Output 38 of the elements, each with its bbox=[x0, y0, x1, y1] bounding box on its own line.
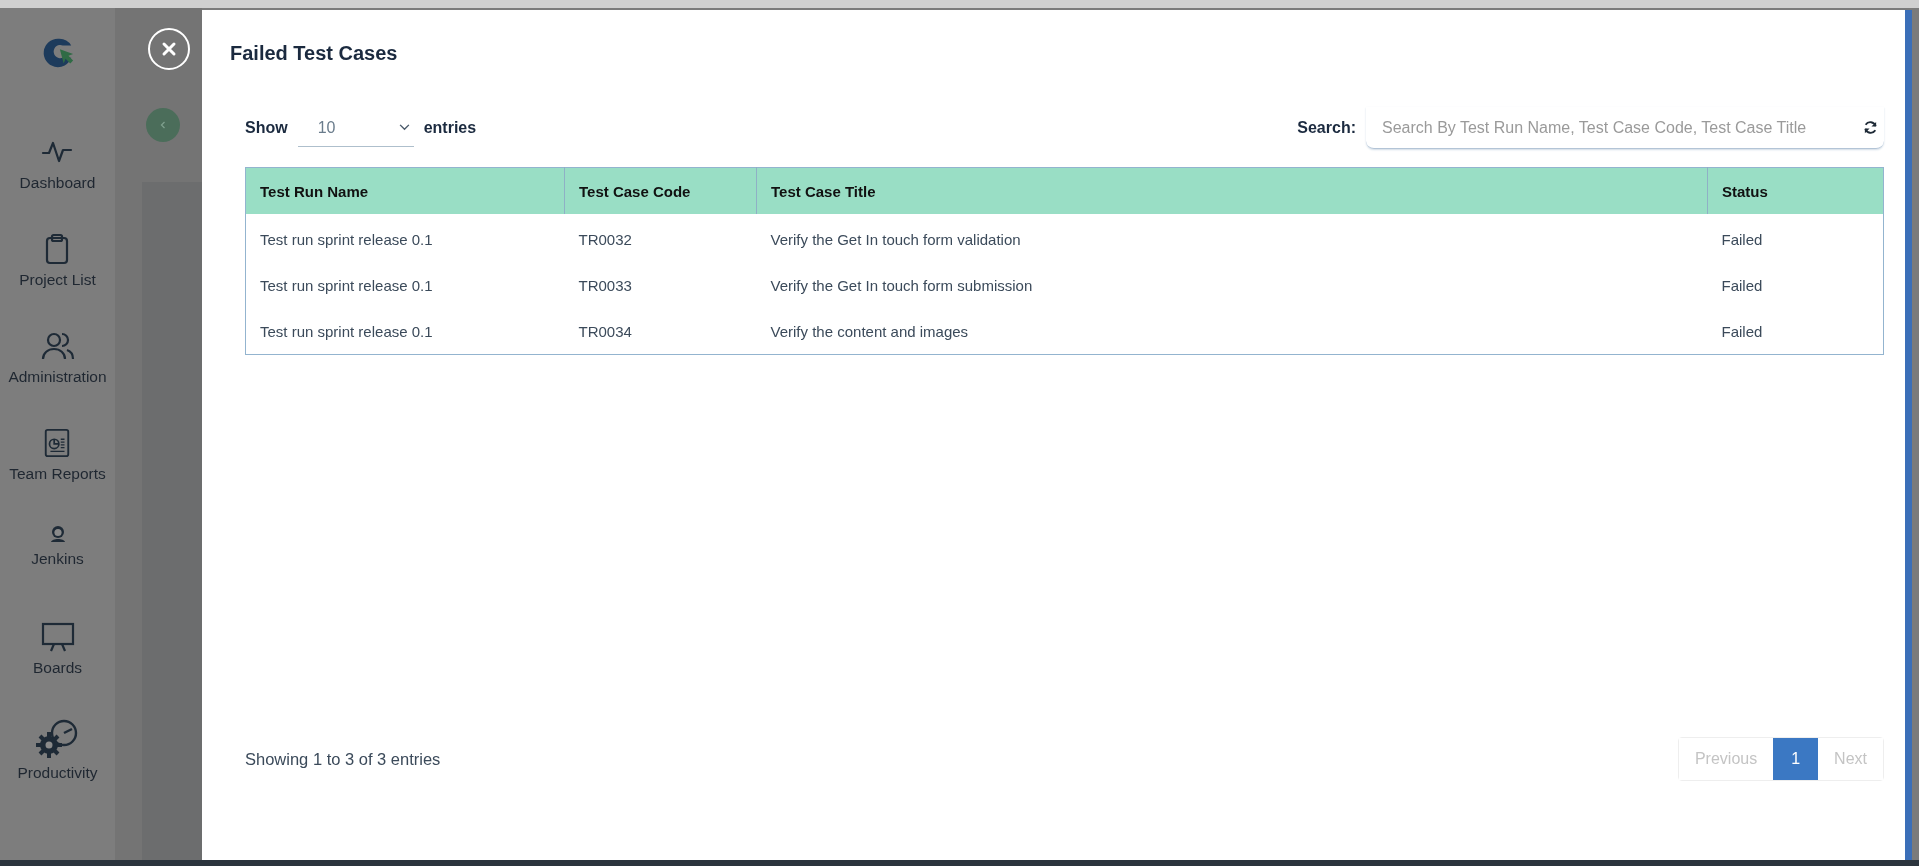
close-button[interactable] bbox=[148, 28, 190, 70]
modal-title: Failed Test Cases bbox=[230, 42, 399, 65]
column-header[interactable]: Status bbox=[1707, 167, 1884, 214]
sidebar-item[interactable]: Jenkins bbox=[31, 524, 84, 621]
table-cell: Verify the content and images bbox=[756, 308, 1708, 355]
column-header[interactable]: Test Case Code bbox=[564, 167, 757, 214]
table-cell: Test run sprint release 0.1 bbox=[245, 308, 565, 355]
table-cell: Verify the Get In touch form validation bbox=[756, 214, 1708, 262]
entries-select[interactable]: 10 bbox=[297, 109, 414, 147]
users-icon bbox=[40, 330, 75, 362]
pagination-button[interactable]: 1 bbox=[1773, 738, 1819, 780]
show-label: Show bbox=[245, 119, 288, 137]
table-cell: TR0032 bbox=[564, 214, 757, 262]
search-label: Search: bbox=[1297, 119, 1356, 137]
chevron-down-icon bbox=[398, 124, 410, 131]
table-cell: Test run sprint release 0.1 bbox=[245, 262, 565, 308]
table-cell: TR0034 bbox=[564, 308, 757, 355]
gauge-gear-icon bbox=[35, 718, 80, 758]
sidebar-item[interactable]: Administration bbox=[8, 330, 107, 427]
sidebar-item[interactable]: Dashboard bbox=[19, 136, 96, 233]
table-cell: Failed bbox=[1707, 308, 1884, 355]
entries-info: Showing 1 to 3 of 3 entries bbox=[245, 749, 441, 769]
table-cell: Test run sprint release 0.1 bbox=[245, 214, 565, 262]
column-header[interactable]: Test Run Name bbox=[245, 167, 565, 214]
board-icon bbox=[40, 621, 75, 653]
column-header[interactable]: Test Case Title bbox=[756, 167, 1708, 214]
table-cell: Failed bbox=[1707, 262, 1884, 308]
sidebar-item[interactable]: Productivity bbox=[17, 718, 98, 815]
sidebar-item[interactable]: Boards bbox=[32, 621, 83, 718]
sidebar-item[interactable]: Project List bbox=[19, 233, 96, 330]
table-cell-text: TR0033 bbox=[577, 275, 633, 296]
chevron-left-icon bbox=[158, 120, 168, 130]
search-field[interactable]: Search By Test Run Name, Test Case Code, Test Case Title bbox=[1382, 112, 1855, 143]
table-cell-text: Verify the Get In touch form submission bbox=[769, 275, 1034, 296]
refresh-icon[interactable] bbox=[1863, 120, 1878, 135]
entries-label: entries bbox=[423, 119, 477, 137]
table-cell: Failed bbox=[1707, 214, 1884, 262]
sidebar-item[interactable]: Team Reports bbox=[9, 427, 106, 524]
